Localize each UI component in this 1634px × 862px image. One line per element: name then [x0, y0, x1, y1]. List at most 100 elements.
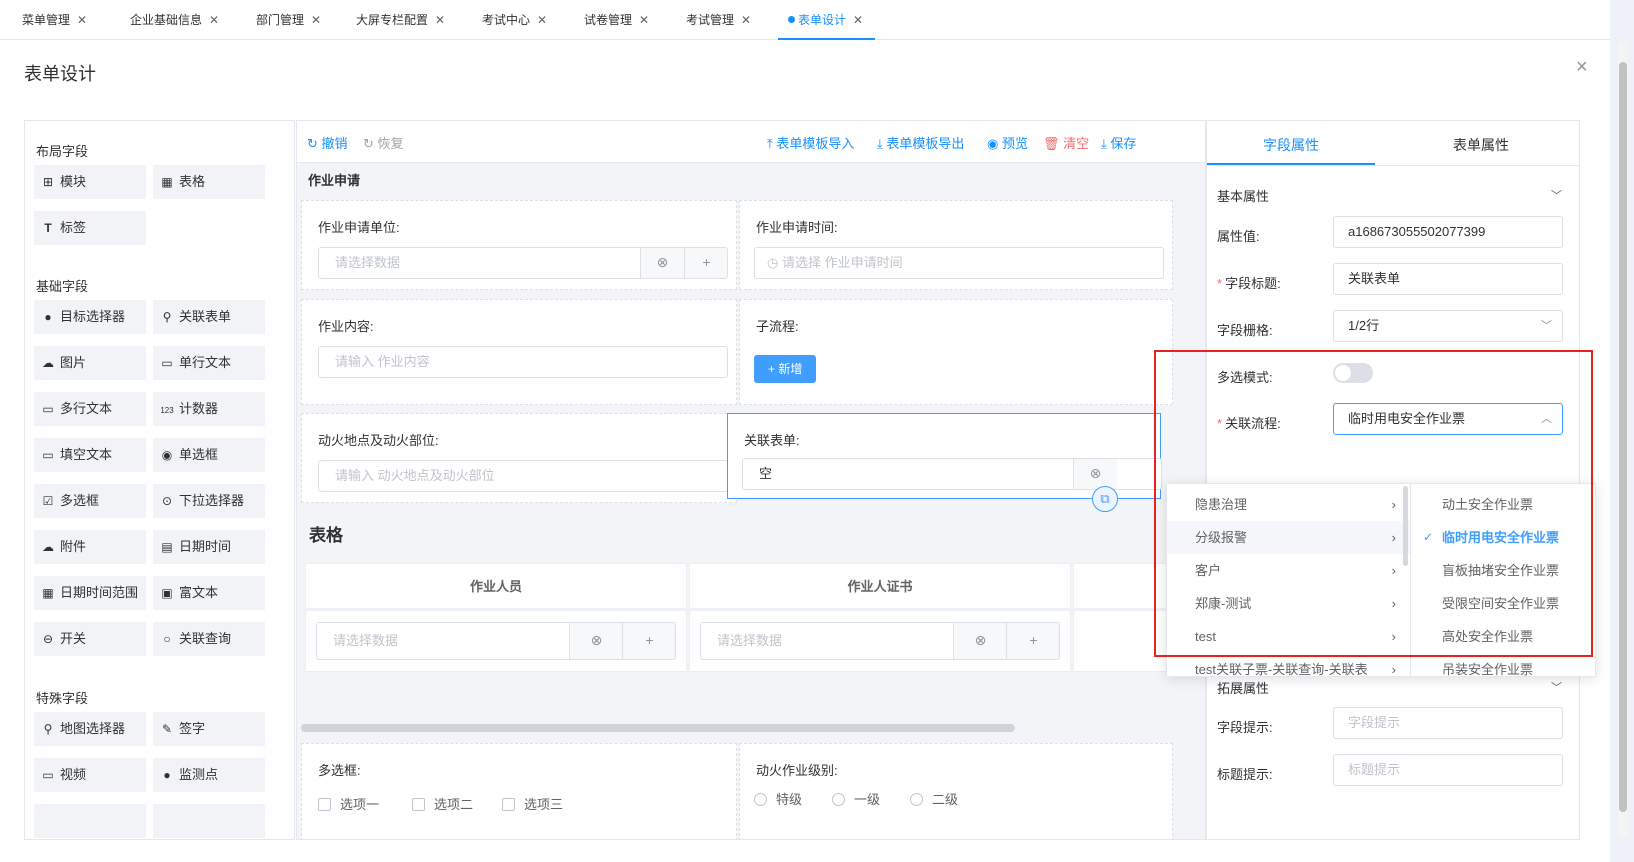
checkbox-option[interactable]: 选项三	[502, 794, 563, 813]
radio-option[interactable]: 特级	[754, 789, 802, 808]
save-button[interactable]: ⤓ 保存	[1101, 133, 1136, 152]
tab-form-properties[interactable]: 表单属性	[1397, 121, 1565, 165]
tab-menu-manage[interactable]: 菜单管理 ✕	[22, 0, 87, 40]
close-icon[interactable]: ✕	[853, 13, 863, 27]
checkbox-option[interactable]: 选项一	[318, 794, 379, 813]
palette-item[interactable]: ▤ 日期时间	[153, 530, 265, 564]
fire-place-input[interactable]: 请输入 动火地点及动火部位	[318, 460, 728, 492]
content-input[interactable]: 请输入 作业内容	[318, 346, 728, 378]
tab-exam-center[interactable]: 考试中心 ✕	[482, 0, 547, 40]
palette-item[interactable]: 123 计数器	[153, 392, 265, 426]
close-icon[interactable]: ✕	[741, 13, 751, 27]
radio-option[interactable]: 一级	[832, 789, 880, 808]
cascader-option[interactable]: 分级报警 ›	[1167, 521, 1410, 554]
scrollbar-thumb[interactable]	[1619, 62, 1627, 812]
tab-department[interactable]: 部门管理 ✕	[256, 0, 321, 40]
field-content[interactable]: 作业内容: 请输入 作业内容	[301, 299, 737, 405]
palette-item[interactable]: ☁ 附件	[34, 530, 146, 564]
plus-icon[interactable]: +	[622, 623, 675, 659]
basic-properties-title[interactable]: 基本属性	[1217, 186, 1269, 205]
palette-item[interactable]: ▦ 日期时间范围	[34, 576, 146, 610]
close-icon[interactable]: ✕	[435, 13, 445, 27]
field-multi-checkbox[interactable]: 多选框: 选项一 选项二 选项三	[301, 743, 737, 839]
related-flow-cascader[interactable]: 临时用电安全作业票 ︿	[1333, 403, 1563, 435]
close-icon[interactable]: ✕	[639, 13, 649, 27]
palette-item[interactable]: ○ 关联查询	[153, 622, 265, 656]
page-scrollbar[interactable]	[1618, 42, 1628, 837]
palette-item[interactable]: ◉ 单选框	[153, 438, 265, 472]
palette-item[interactable]: ⊖ 开关	[34, 622, 146, 656]
palette-item-module[interactable]: ⊞ 模块	[34, 165, 146, 199]
field-related-form[interactable]: 关联表单: 空 ⊗	[727, 413, 1162, 499]
palette-item[interactable]: ⊙ 下拉选择器	[153, 484, 265, 518]
field-title-input[interactable]: 关联表单	[1333, 263, 1563, 295]
cascader-option[interactable]: 郑康-测试 ›	[1167, 587, 1410, 620]
close-icon[interactable]: ✕	[537, 13, 547, 27]
palette-item-video[interactable]: ▭ 视频	[34, 758, 146, 792]
close-icon[interactable]: ✕	[209, 13, 219, 27]
clear-circle-icon[interactable]: ⊗	[1073, 459, 1117, 489]
close-icon[interactable]: ×	[1576, 56, 1588, 79]
extended-properties-title[interactable]: 拓展属性	[1217, 678, 1269, 697]
cascader-option[interactable]: 隐患治理 ›	[1167, 488, 1410, 521]
title-hint-input[interactable]: 标题提示	[1333, 754, 1563, 786]
checkbox-option[interactable]: 选项二	[412, 794, 473, 813]
related-form-input[interactable]: 空 ⊗	[742, 458, 1162, 490]
palette-item-sign[interactable]: ✎ 签字	[153, 712, 265, 746]
export-template-button[interactable]: ⤓ 表单模板导出	[877, 133, 964, 152]
multi-mode-switch[interactable]	[1333, 363, 1373, 383]
palette-item-table[interactable]: ▦ 表格	[153, 165, 265, 199]
cascader-option[interactable]: 吊装安全作业票	[1412, 653, 1595, 676]
plus-icon[interactable]: +	[1006, 623, 1059, 659]
close-icon[interactable]: ✕	[311, 13, 321, 27]
palette-item[interactable]: ▣ 富文本	[153, 576, 265, 610]
palette-item-map-picker[interactable]: ⚲ 地图选择器	[34, 712, 146, 746]
palette-item[interactable]: ● 目标选择器	[34, 300, 146, 334]
cascader-option-selected[interactable]: ✓ 临时用电安全作业票	[1412, 521, 1595, 554]
field-fire-level[interactable]: 动火作业级别: 特级 一级 二级	[739, 743, 1173, 839]
clear-circle-icon[interactable]: ⊗	[953, 623, 1007, 659]
cascader-option[interactable]: 盲板抽堵安全作业票	[1412, 554, 1595, 587]
design-canvas[interactable]: 作业申请 作业申请单位: 请选择数据 ⊗ + 作业申请时间: ◷ 请选择 作业申…	[297, 163, 1205, 839]
chevron-down-icon[interactable]: ﹀	[1551, 187, 1562, 203]
field-apply-unit[interactable]: 作业申请单位: 请选择数据 ⊗ +	[301, 200, 737, 290]
redo-button[interactable]: ↻ 恢复	[363, 133, 404, 152]
cascader-option[interactable]: 客户 ›	[1167, 554, 1410, 587]
field-fire-place[interactable]: 动火地点及动火部位: 请输入 动火地点及动火部位	[301, 413, 737, 503]
plus-icon[interactable]: +	[684, 248, 727, 278]
table-horizontal-scrollbar[interactable]	[301, 724, 1015, 732]
tab-form-design[interactable]: 表单设计 ✕	[777, 0, 876, 40]
attr-value-input[interactable]: a168673055502077399	[1333, 216, 1563, 248]
grid-select[interactable]: 1/2行 ﹀	[1333, 310, 1563, 342]
tab-exam-manage[interactable]: 考试管理 ✕	[686, 0, 751, 40]
cascader-option[interactable]: 动土安全作业票	[1412, 488, 1595, 521]
clear-button[interactable]: 🗑︎ 清空	[1043, 133, 1089, 152]
palette-item[interactable]: ▭ 单行文本	[153, 346, 265, 380]
clear-circle-icon[interactable]: ⊗	[640, 248, 684, 278]
import-template-button[interactable]: ⤒ 表单模板导入	[767, 133, 854, 152]
cascader-option[interactable]: test关联子票-关联查询-关联表 ›	[1167, 653, 1410, 676]
palette-item[interactable]: ▭ 填空文本	[34, 438, 146, 472]
cascader-option[interactable]: 高处安全作业票	[1412, 620, 1595, 653]
table-select-input[interactable]: 请选择数据 ⊗ +	[700, 622, 1060, 660]
tab-paper-manage[interactable]: 试卷管理 ✕	[584, 0, 649, 40]
cascader-option[interactable]: 受限空间安全作业票	[1412, 587, 1595, 620]
apply-unit-input[interactable]: 请选择数据 ⊗ +	[318, 247, 728, 279]
palette-item-label[interactable]: T 标签	[34, 211, 146, 245]
close-icon[interactable]: ✕	[77, 13, 87, 27]
palette-item[interactable]: ⚲ 关联表单	[153, 300, 265, 334]
palette-item-partial[interactable]	[153, 804, 265, 838]
palette-item[interactable]: ☁ 图片	[34, 346, 146, 380]
palette-item-monitor-point[interactable]: ● 监测点	[153, 758, 265, 792]
tab-screen-column[interactable]: 大屏专栏配置 ✕	[356, 0, 445, 40]
undo-button[interactable]: ↻ 撤销	[307, 133, 348, 152]
clear-circle-icon[interactable]: ⊗	[569, 623, 623, 659]
add-subflow-button[interactable]: + 新增	[754, 355, 817, 383]
field-hint-input[interactable]: 字段提示	[1333, 707, 1563, 739]
radio-option[interactable]: 二级	[910, 789, 958, 808]
palette-item-partial[interactable]	[34, 804, 146, 838]
preview-button[interactable]: ◉ 预览	[987, 133, 1028, 152]
palette-item[interactable]: ☑ 多选框	[34, 484, 146, 518]
table-select-input[interactable]: 请选择数据 ⊗ +	[316, 622, 676, 660]
field-apply-time[interactable]: 作业申请时间: ◷ 请选择 作业申请时间	[739, 200, 1173, 290]
